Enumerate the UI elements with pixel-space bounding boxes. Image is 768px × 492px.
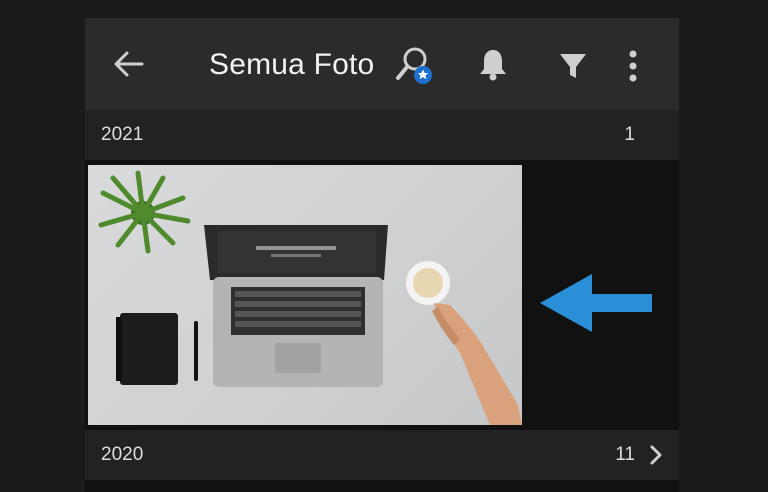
photo-thumbnail[interactable] [88,165,522,425]
laptop-desk-photo-icon [98,170,522,425]
back-arrow-icon[interactable] [111,46,147,82]
year-header-2020[interactable]: 2020 11 [85,430,679,480]
photos-screen: Semua Foto 2021 1 2020 11 [85,18,679,492]
year-label: 2021 [101,124,144,145]
year-label: 2020 [101,444,144,465]
photo-count: 11 [615,444,635,465]
filter-icon[interactable] [555,48,591,84]
photo-count: 1 [624,124,635,145]
more-vertical-icon[interactable] [621,46,645,86]
bell-icon[interactable] [475,46,511,82]
year-header-2021[interactable]: 2021 1 [85,110,679,160]
blue-arrow-icon [540,274,652,332]
page-title: Semua Foto [209,48,375,81]
top-app-bar: Semua Foto [85,18,679,110]
chevron-right-icon[interactable] [647,444,665,466]
search-star-icon[interactable] [393,44,437,88]
